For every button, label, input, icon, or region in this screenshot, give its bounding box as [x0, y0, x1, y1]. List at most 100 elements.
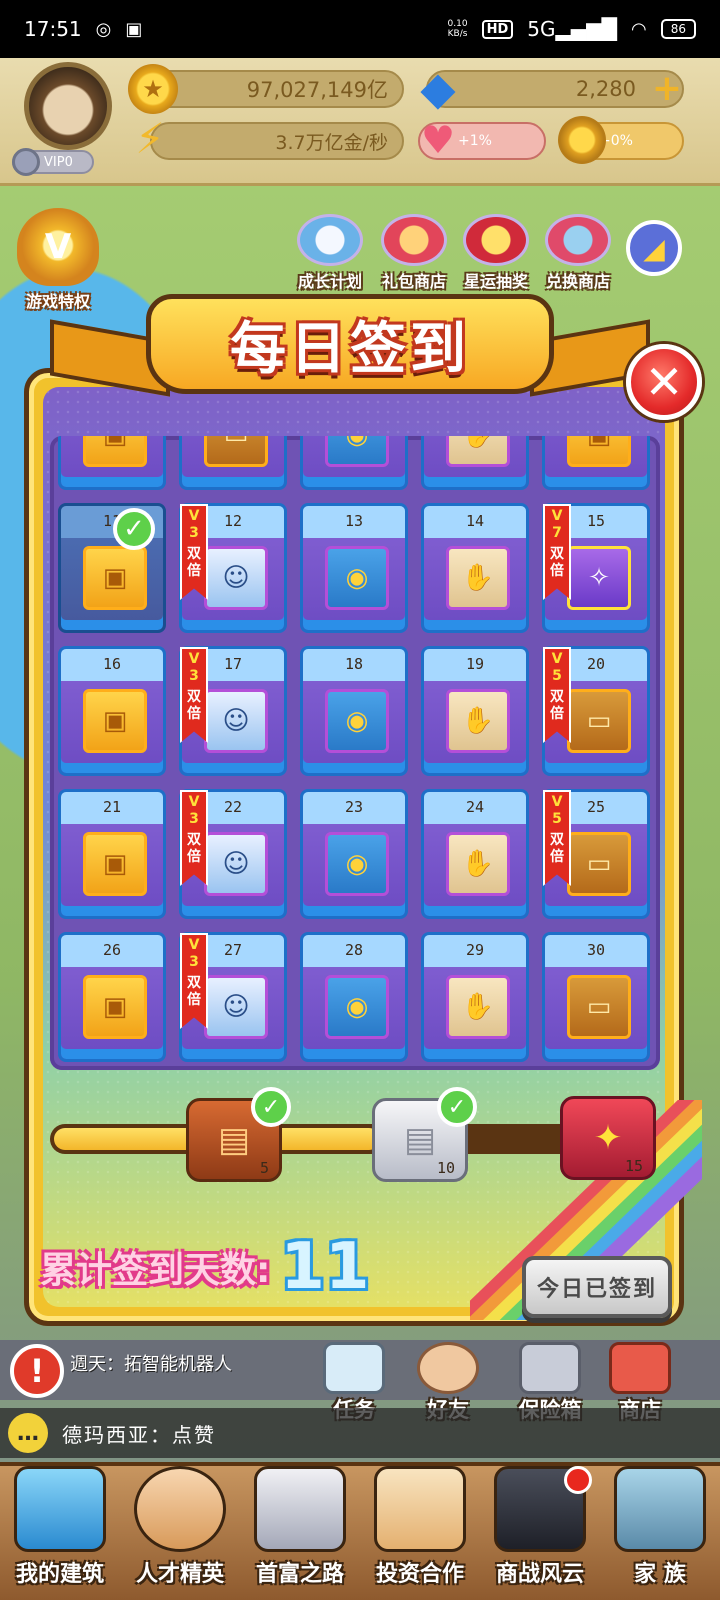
previous-day-cell[interactable]: ▣ — [58, 436, 166, 490]
day-cell[interactable]: 16 ▣ — [58, 646, 166, 776]
add-gems-icon[interactable]: + — [650, 70, 684, 108]
title-plate: 每日签到 — [146, 294, 554, 394]
status-bar: 17:51 ◎ ▣ 0.10 KB/s HD 5G▂▄▆█ ◠ 86 — [0, 0, 720, 58]
milestone-chest-5[interactable]: ▤ 5 ✓ — [186, 1087, 291, 1182]
signed-check-icon: ✓ — [113, 508, 155, 550]
previous-day-cell[interactable]: ✋ — [421, 436, 529, 490]
shop-icon — [609, 1342, 671, 1394]
hd-indicator: HD — [481, 19, 514, 39]
nav-business-war[interactable]: 商战风云 — [482, 1466, 598, 1594]
day-cell[interactable]: 28 ◉ — [300, 932, 408, 1062]
vehicle-card-icon: ▭ — [204, 436, 268, 467]
day-cell[interactable]: 13 ◉ — [300, 503, 408, 633]
coin-card-icon: ◉ — [325, 436, 389, 467]
day-number: 23 — [344, 798, 364, 816]
notice-text: 週天：拓智能机器人 — [70, 1354, 232, 1375]
wifi-icon: ◠ — [631, 18, 647, 40]
road-icon — [254, 1466, 346, 1552]
previous-day-cell[interactable]: ▣ — [542, 436, 650, 490]
signed-today-button[interactable]: 今日已签到 — [522, 1256, 672, 1318]
day-number: 14 — [465, 512, 485, 530]
day-cell[interactable]: 20 ▭ V 5 双倍 — [542, 646, 650, 776]
growth-chart-icon — [297, 214, 363, 266]
vehicle-card-icon: ▭ — [567, 689, 631, 753]
exchange-shop-icon — [545, 214, 611, 266]
nav-investment[interactable]: 投资合作 — [362, 1466, 478, 1594]
day-cell[interactable]: 12 ☺ V 3 双倍 — [179, 503, 287, 633]
day-number: 26 — [102, 941, 122, 959]
vip-level: 3 — [189, 668, 199, 684]
vip-double-tag: V 3 双倍 — [180, 790, 208, 886]
double-label: 双倍 — [550, 832, 564, 865]
previous-day-cell[interactable]: ◉ — [300, 436, 408, 490]
claimed-check-icon: ✓ — [251, 1087, 291, 1127]
reward-grid-panel[interactable]: ▣▭◉✋▣11▣✓12☺V3双倍13◉14✋15✧V7双倍16▣17☺V3双倍1… — [50, 436, 660, 1070]
hand-card-icon: ✋ — [446, 436, 510, 467]
nav-richest-road[interactable]: 首富之路 — [242, 1466, 358, 1594]
chat-bar[interactable]: … 德玛西亚：点赞 — [0, 1408, 720, 1458]
day-cell[interactable]: 18 ◉ — [300, 646, 408, 776]
day-cell[interactable]: 22 ☺ V 3 双倍 — [179, 789, 287, 919]
vip-crown-icon: V — [17, 208, 99, 286]
day-cell[interactable]: 14 ✋ — [421, 503, 529, 633]
day-cell[interactable]: 11 ▣ ✓ — [58, 503, 166, 633]
cumulative-days-label: 累计签到天数: — [40, 1250, 271, 1291]
vip-double-tag: V 7 双倍 — [543, 504, 571, 600]
day-number: 21 — [102, 798, 122, 816]
side-menu-button[interactable]: ◢ — [626, 220, 682, 276]
lucky-draw-icon — [463, 214, 529, 266]
coin-stack-icon — [558, 116, 606, 164]
nav-talent[interactable]: 人才精英 — [122, 1466, 238, 1594]
chest-icon: ▣ — [83, 546, 147, 610]
day-cell[interactable]: 15 ✧ V 7 双倍 — [542, 503, 650, 633]
day-cell[interactable]: 23 ◉ — [300, 789, 408, 919]
nav-my-buildings[interactable]: 我的建筑 — [2, 1466, 118, 1594]
task-list-icon — [323, 1342, 385, 1394]
milestone-chest-10[interactable]: ▤ 10 ✓ — [372, 1087, 477, 1182]
previous-day-cell[interactable]: ▭ — [179, 436, 287, 490]
vehicle-card-icon: ▭ — [567, 832, 631, 896]
day-cell[interactable]: 27 ☺ V 3 双倍 — [179, 932, 287, 1062]
app-notification-icon-2: ▣ — [125, 18, 143, 40]
day-cell[interactable]: 24 ✋ — [421, 789, 529, 919]
day-cell[interactable]: 21 ▣ — [58, 789, 166, 919]
vip-double-tag: V 3 双倍 — [180, 504, 208, 600]
gem-icon: ◆ — [420, 61, 456, 115]
nav-family[interactable]: 家 族 — [602, 1466, 718, 1594]
wooden-chest-icon: ▤ — [217, 1120, 251, 1160]
day-cell[interactable]: 29 ✋ — [421, 932, 529, 1062]
signal-bars-icon: ▂▄▆█ — [555, 17, 617, 41]
vip-level: 3 — [189, 525, 199, 541]
signal-indicator: 5G▂▄▆█ — [527, 17, 617, 41]
hand-card-icon: ✋ — [446, 832, 510, 896]
chest-icon: ▣ — [567, 436, 631, 467]
vehicle-card-icon: ▭ — [567, 975, 631, 1039]
alert-button[interactable]: ! — [10, 1344, 64, 1398]
close-button[interactable]: ✕ — [626, 344, 702, 420]
coin-card-icon: ◉ — [325, 832, 389, 896]
gem-balance: 2,280 — [426, 70, 684, 108]
coin-card-icon: ◉ — [325, 975, 389, 1039]
vip-medal-icon — [12, 148, 40, 176]
day-cell[interactable]: 25 ▭ V 5 双倍 — [542, 789, 650, 919]
lucky-draw-button[interactable]: 星运抽奖 — [454, 214, 538, 292]
player-avatar[interactable] — [24, 62, 112, 150]
exclamation-icon: ! — [29, 1352, 45, 1390]
vip-level-badge[interactable]: VIP0 — [12, 148, 94, 176]
cumulative-days: 累计签到天数: 11 — [40, 1230, 369, 1304]
day-cell[interactable]: 19 ✋ — [421, 646, 529, 776]
double-label: 双倍 — [550, 546, 564, 579]
day-cell[interactable]: 17 ☺ V 3 双倍 — [179, 646, 287, 776]
vip-level: 3 — [189, 954, 199, 970]
day-cell[interactable]: 26 ▣ — [58, 932, 166, 1062]
gold-coin-icon: ★ — [128, 64, 178, 114]
vip-letter: V — [188, 508, 200, 524]
bottom-navigation: 我的建筑 人才精英 首富之路 投资合作 商战风云 家 族 — [0, 1462, 720, 1600]
growth-plan-button[interactable]: 成长计划 — [288, 214, 372, 292]
income-rate: 3.7万亿金/秒 — [150, 122, 404, 160]
milestone-chest-15[interactable]: ✦ 15 — [560, 1096, 656, 1180]
claimed-check-icon: ✓ — [437, 1087, 477, 1127]
day-cell[interactable]: 30 ▭ — [542, 932, 650, 1062]
exchange-shop-button[interactable]: 兑换商店 — [536, 214, 620, 292]
gift-shop-button[interactable]: 礼包商店 — [372, 214, 456, 292]
